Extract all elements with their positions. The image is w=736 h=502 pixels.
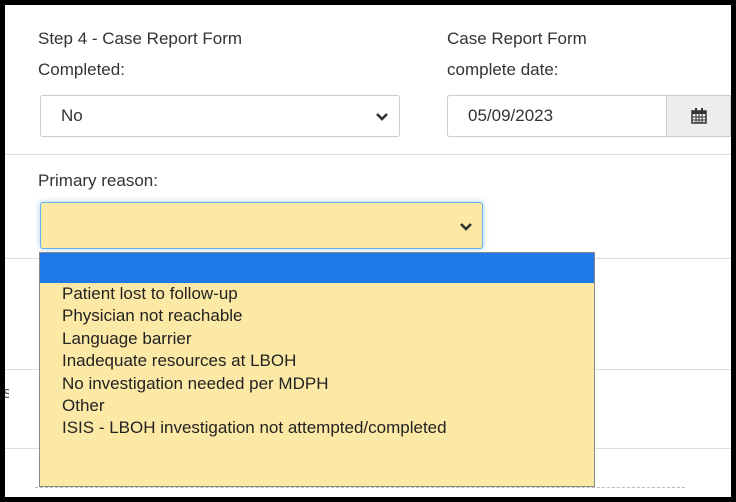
- step4-label-line2: Completed:: [38, 60, 125, 79]
- chevron-down-icon: [376, 113, 388, 121]
- complete-date-input[interactable]: 05/09/2023: [447, 95, 667, 137]
- complete-date-label-line1: Case Report Form: [447, 29, 587, 48]
- dropdown-option[interactable]: Language barrier: [40, 328, 594, 350]
- chevron-down-icon: [460, 223, 472, 231]
- step4-select[interactable]: No: [40, 95, 400, 137]
- step4-label-line1: Step 4 - Case Report Form: [38, 29, 243, 48]
- dropdown-option[interactable]: ISIS - LBOH investigation not attempted/…: [40, 417, 594, 439]
- clipped-label-fragment: s: [5, 383, 9, 403]
- dropdown-option[interactable]: Patient lost to follow-up: [40, 283, 594, 305]
- calendar-icon: [691, 108, 707, 124]
- complete-date-label-line2: complete date:: [447, 60, 559, 79]
- calendar-button[interactable]: [666, 95, 731, 137]
- divider: [5, 154, 731, 155]
- step4-select-value: No: [61, 106, 83, 125]
- primary-reason-dropdown-list[interactable]: Patient lost to follow-up Physician not …: [39, 252, 595, 487]
- dropdown-option[interactable]: [40, 253, 594, 283]
- dropdown-option[interactable]: No investigation needed per MDPH: [40, 373, 594, 395]
- primary-reason-select[interactable]: [40, 202, 483, 249]
- form-panel: Step 4 - Case Report Form Completed: No …: [5, 5, 731, 497]
- complete-date-value: 05/09/2023: [468, 106, 554, 125]
- clipped-row-fragment: [35, 487, 685, 497]
- dropdown-option[interactable]: Physician not reachable: [40, 305, 594, 327]
- dropdown-option[interactable]: Other: [40, 395, 594, 417]
- dropdown-option[interactable]: Inadequate resources at LBOH: [40, 350, 594, 372]
- primary-reason-label: Primary reason:: [38, 171, 158, 190]
